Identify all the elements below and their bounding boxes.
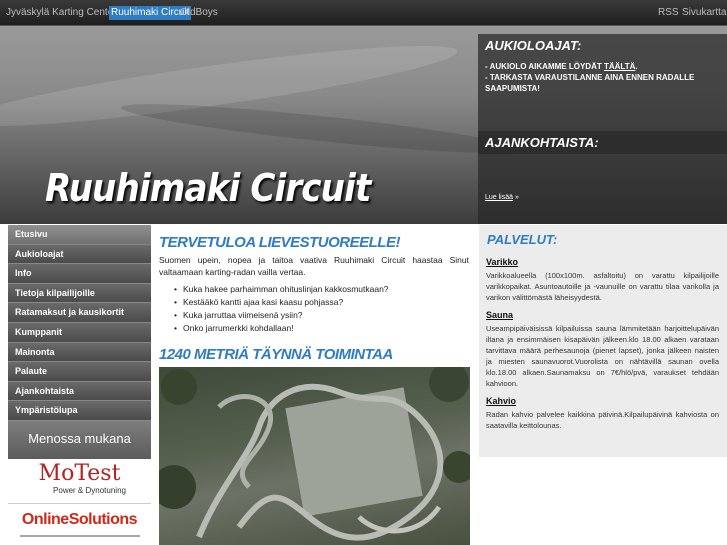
services-panel: PALVELUT: Varikko Varikkoalueella (100x1… [478,225,727,457]
welcome-intro: Suomen upein, nopea ja taitoa vaativa Ru… [159,255,469,277]
sidebar-item-tietoja-kilpailijoille[interactable]: Tietoja kilpailijoille [8,283,151,304]
welcome-heading: TERVETULOA LIEVESTUOREELLE! [159,234,400,251]
sauna-text: Useampipäiväisissä kilpailuissa sauna lä… [486,324,719,388]
sidebar-item-ratamaksut[interactable]: Ratamaksut ja kausikortit [8,303,151,323]
opening-hours-line1-suffix: . [635,62,638,71]
services-title: PALVELUT: [487,232,558,247]
sidebar-item-etusivu[interactable]: Etusivu [8,225,151,245]
sidebar-item-mainonta[interactable]: Mainonta [8,342,151,363]
sitemap-link[interactable]: Sivukartta [682,6,726,20]
opening-hours-line2: - TARKASTA VARAUSTILANNE AINA ENNEN RADA… [485,73,695,93]
opening-hours-title: AUKIOLOAJAT: [485,38,582,53]
sauna-heading: Sauna [486,310,514,320]
topnav-ruuhimaki-circuit[interactable]: Ruuhimaki Circuit [109,6,192,20]
motest-ad[interactable]: MoTest Power & Dynotuning [8,460,151,502]
list-item: Kuka jarruttaa viimeisenä ysiin? [174,309,477,322]
rss-link[interactable]: RSS [658,6,679,20]
top-navigation-bar: Jyväskylä Karting Center Ruuhimaki Circu… [0,0,727,26]
sidebar-menu: Etusivu Aukioloajat Info Tietoja kilpail… [8,225,151,421]
onlinesolutions-logo: OnlineSolutions [21,511,138,528]
track-aerial-illustration [159,367,470,541]
motest-tagline: Power & Dynotuning [53,486,126,495]
header-banner: Ruuhimaki Circuit AUKIOLOAJAT: - AUKIOLO… [0,26,727,224]
kahvio-heading: Kahvio [486,396,517,406]
topnav-oldboys[interactable]: OldBoys [180,6,218,20]
news-readmore-link[interactable]: Lue lisää [485,194,513,201]
sidebar-item-aukioloajat[interactable]: Aukioloajat [8,244,151,265]
track-aerial-photo [159,367,470,545]
sidebar-item-ajankohtaista[interactable]: Ajankohtaista [8,381,151,402]
sidebar-item-palaute[interactable]: Palaute [8,362,151,382]
list-item: Onko jarrumerkki kohdallaan! [174,322,477,335]
varikko-text: Varikkoalueella (100x100m. asfaltoitu) o… [486,271,719,302]
motest-logo: MoTest [38,461,121,486]
track-heading: 1240 METRIÄ TÄYNNÄ TOIMINTAA [159,346,393,363]
topnav-jyvaskyla-karting[interactable]: Jyväskylä Karting Center [6,6,117,20]
opening-hours-link[interactable]: TÄÄLTÄ [604,62,635,71]
varikko-heading: Varikko [486,257,519,267]
news-box: AJANKOHTAISTA: Lue lisää » [478,131,727,224]
opening-hours-line1-prefix: - AUKIOLO AIKAMME LÖYDÄT [485,62,604,71]
news-title: AJANKOHTAISTA: [485,135,599,150]
kahvio-text: Radan kahvio palvelee kaikkina päivinä.K… [486,410,719,430]
main-content: TERVETULOA LIEVESTUOREELLE! Suomen upein… [152,225,477,545]
sidebar-item-kumppanit[interactable]: Kumppanit [8,322,151,343]
opening-hours-line1: - AUKIOLO AIKAMME LÖYDÄT TÄÄLTÄ. [485,61,727,72]
news-readmore-line: Lue lisää » [485,191,519,203]
list-item: Kestääkö kantti ajaa kasi kaasu pohjassa… [174,296,477,309]
site-title: Ruuhimaki Circuit [45,166,371,210]
list-item: Kuka hakee parhaimman ohituslinjan kakko… [174,283,477,296]
menossa-mukana-heading: Menossa mukana [8,421,151,459]
sidebar-item-ymparistolupa[interactable]: Ympäristölupa [8,401,151,421]
onlinesolutions-underline [19,535,140,537]
news-readmore-arrow: » [513,194,519,201]
feature-list: Kuka hakee parhaimman ohituslinjan kakko… [174,283,477,335]
onlinesolutions-ad[interactable]: OnlineSolutions [8,503,151,545]
sidebar-item-info[interactable]: Info [8,264,151,284]
banner-streak [119,95,521,162]
